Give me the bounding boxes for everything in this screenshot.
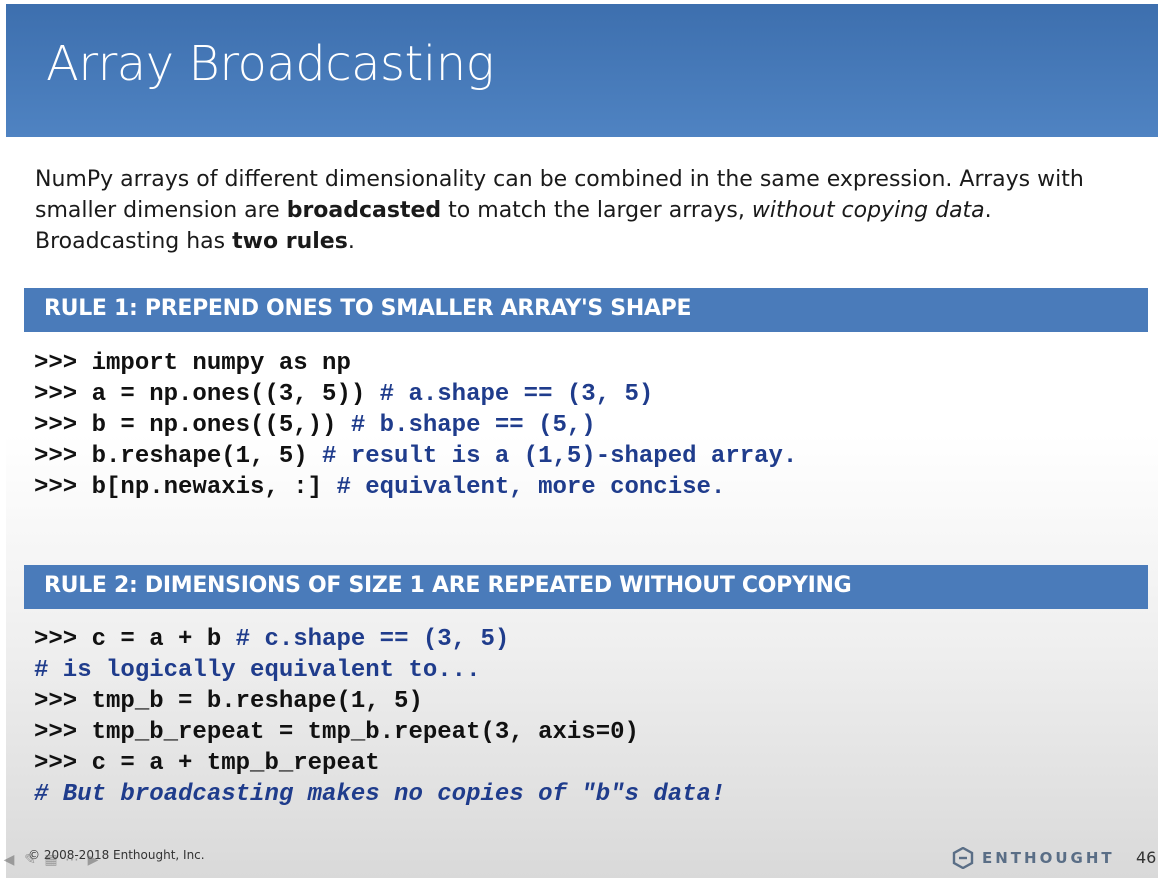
code-line: >>> a = np.ones((3, 5)) # a.shape == (3,…: [34, 379, 1144, 410]
code-line: # is logically equivalent to...: [34, 655, 1144, 686]
code-line: >>> import numpy as np: [34, 348, 1144, 379]
code-line: >>> c = a + tmp_b_repeat: [34, 748, 1144, 779]
arrow-right-icon[interactable]: ▶: [84, 851, 102, 869]
code-line: >>> tmp_b = b.reshape(1, 5): [34, 686, 1144, 717]
code-comment: # b.shape == (5,): [350, 412, 596, 439]
page-number: 46: [1136, 848, 1157, 867]
code-text: >>> tmp_b_repeat = tmp_b.repeat(3, axis=…: [34, 719, 639, 746]
intro-text-4: .: [347, 229, 355, 254]
rule1-bar: RULE 1: PREPEND ONES TO SMALLER ARRAY'S …: [24, 288, 1148, 332]
pen-icon[interactable]: ✎: [21, 851, 39, 869]
code-comment: # But broadcasting makes no copies of "b…: [34, 781, 726, 808]
rule1-heading: RULE 1: PREPEND ONES TO SMALLER ARRAY'S …: [44, 296, 692, 321]
code-line: >>> b[np.newaxis, :] # equivalent, more …: [34, 472, 1144, 503]
slideshow-nav: ◀ ✎ ▦ ⋯ ▶: [0, 848, 102, 872]
code-text: >>> import numpy as np: [34, 350, 351, 377]
intro-bold-broadcasted: broadcasted: [286, 198, 442, 223]
grid-icon[interactable]: ▦: [42, 851, 60, 869]
code-text: >>> c = a + b: [34, 626, 236, 653]
intro-text-2: to match the larger arrays,: [441, 198, 752, 223]
code-line: >>> b = np.ones((5,)) # b.shape == (5,): [34, 410, 1144, 441]
rule2-bar: RULE 2: DIMENSIONS OF SIZE 1 ARE REPEATE…: [24, 565, 1148, 609]
code-comment: # c.shape == (3, 5): [235, 626, 510, 653]
code-comment: # a.shape == (3, 5): [379, 381, 654, 408]
code-text: >>> b.reshape(1, 5): [34, 443, 323, 470]
code-text: >>> b[np.newaxis, :]: [34, 474, 337, 501]
code-line: # But broadcasting makes no copies of "b…: [34, 779, 1144, 810]
code-text: >>> a = np.ones((3, 5)): [34, 381, 380, 408]
intro-italic-no-copy: without copying data: [751, 198, 985, 223]
enthought-logo-text: ENTHOUGHT: [982, 849, 1115, 867]
more-icon[interactable]: ⋯: [63, 851, 81, 869]
code-text: >>> b = np.ones((5,)): [34, 412, 351, 439]
arrow-left-icon[interactable]: ◀: [0, 851, 18, 869]
slide: Array Broadcasting NumPy arrays of diffe…: [6, 4, 1158, 878]
title-bar: Array Broadcasting: [6, 4, 1158, 137]
rule2-heading: RULE 2: DIMENSIONS OF SIZE 1 ARE REPEATE…: [44, 573, 852, 598]
code-text: >>> tmp_b = b.reshape(1, 5): [34, 688, 423, 715]
intro-bold-two-rules: two rules: [232, 229, 348, 254]
code-comment: # result is a (1,5)-shaped array.: [322, 443, 798, 470]
rule1-code-block: >>> import numpy as np >>> a = np.ones((3…: [34, 348, 1144, 503]
code-line: >>> tmp_b_repeat = tmp_b.repeat(3, axis=…: [34, 717, 1144, 748]
code-comment: # equivalent, more concise.: [336, 474, 726, 501]
code-line: >>> c = a + b # c.shape == (3, 5): [34, 624, 1144, 655]
slide-title: Array Broadcasting: [46, 36, 494, 92]
code-comment: # is logically equivalent to...: [34, 657, 481, 684]
code-text: >>> c = a + tmp_b_repeat: [34, 750, 380, 777]
rule2-code-block: >>> c = a + b # c.shape == (3, 5) # is lo…: [34, 624, 1144, 810]
intro-paragraph: NumPy arrays of different dimensionality…: [35, 164, 1135, 257]
enthought-logo: ENTHOUGHT: [952, 846, 1115, 870]
enthought-logo-icon: [952, 847, 974, 869]
code-line: >>> b.reshape(1, 5) # result is a (1,5)-…: [34, 441, 1144, 472]
